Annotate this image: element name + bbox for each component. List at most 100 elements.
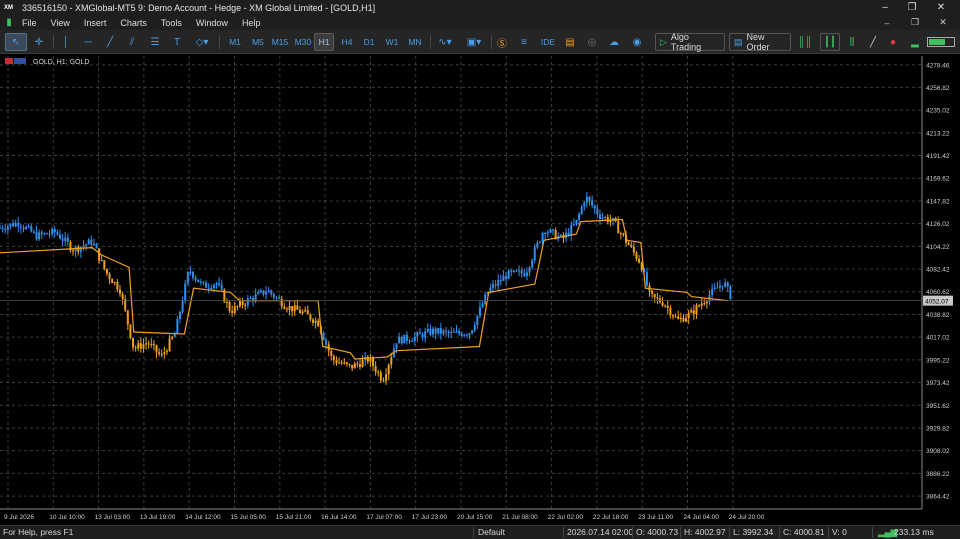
menu-tools[interactable]: Tools bbox=[161, 18, 182, 28]
minimize-button[interactable]: – bbox=[870, 0, 900, 15]
y-tick-label: 4256.82 bbox=[926, 85, 950, 92]
chart-type-icon[interactable]: ∿▾ bbox=[433, 33, 457, 51]
y-tick-label: 3864.42 bbox=[926, 494, 950, 501]
menu-insert[interactable]: Insert bbox=[84, 18, 107, 28]
menu-file[interactable]: File bbox=[22, 18, 37, 28]
timeframe-m15-button[interactable]: M15 bbox=[268, 33, 292, 51]
candle-body bbox=[19, 226, 22, 228]
timeframe-h1-button[interactable]: H1 bbox=[314, 33, 334, 51]
algo-trading-button[interactable]: ▷ Algo Trading bbox=[655, 32, 725, 52]
shapes-icon[interactable]: ◇▾ bbox=[190, 33, 214, 51]
candle-body bbox=[312, 319, 315, 323]
y-tick-label: 4213.22 bbox=[926, 130, 950, 137]
y-tick-label: 4060.62 bbox=[926, 289, 950, 296]
new-order-button[interactable]: ▤ New Order bbox=[729, 32, 791, 52]
fibonacci-icon[interactable]: ☰ bbox=[145, 33, 165, 51]
candle-body bbox=[632, 246, 635, 253]
channel-icon[interactable]: ⫽ bbox=[123, 33, 141, 51]
candle-body bbox=[207, 287, 210, 289]
chart-close-button[interactable]: ✕ bbox=[930, 15, 956, 30]
vertical-line-icon[interactable]: │ bbox=[57, 33, 75, 51]
y-tick-label: 4038.82 bbox=[926, 312, 950, 319]
menu-view[interactable]: View bbox=[51, 18, 70, 28]
candle-body bbox=[137, 343, 140, 349]
menu-charts[interactable]: Charts bbox=[120, 18, 147, 28]
candle-body bbox=[507, 270, 510, 279]
vps-icon[interactable]: ◉ bbox=[628, 33, 646, 51]
cursor-tool-icon[interactable]: ↖ bbox=[5, 33, 27, 51]
signals-icon[interactable]: ≡ bbox=[515, 33, 533, 51]
candle-body bbox=[186, 272, 189, 284]
candle-body bbox=[210, 287, 213, 289]
y-tick-label: 4126.02 bbox=[926, 221, 950, 228]
candle-body bbox=[578, 213, 581, 220]
crosshair-icon[interactable]: ✛ bbox=[29, 33, 49, 51]
x-tick-label: 14 Jul 12:00 bbox=[185, 514, 221, 521]
candle-body bbox=[385, 374, 388, 381]
profile-label[interactable]: Default bbox=[478, 527, 505, 537]
candle-body bbox=[473, 325, 476, 331]
chart-bars-icon[interactable]: ⫼ bbox=[843, 33, 861, 51]
ide-button[interactable]: IDE bbox=[537, 33, 559, 51]
candle-body bbox=[687, 312, 690, 319]
lock-icon[interactable]: ▤ bbox=[562, 33, 578, 51]
notification-icon[interactable]: ● bbox=[883, 33, 903, 51]
candle-body bbox=[718, 285, 721, 288]
candle-body bbox=[278, 297, 281, 299]
candle-body bbox=[9, 223, 12, 227]
candle-body bbox=[218, 283, 221, 285]
restore-button[interactable]: ❐ bbox=[897, 0, 927, 15]
candlestick-icon[interactable]: ┃┃ bbox=[820, 33, 840, 51]
candle-body bbox=[265, 292, 268, 295]
timeframe-m5-button[interactable]: M5 bbox=[247, 33, 269, 51]
timeframe-mn-button[interactable]: MN bbox=[404, 33, 426, 51]
candle-body bbox=[4, 229, 7, 231]
chart-area[interactable]: 4278.46 4256.82 4235.02 4213.22 4191.42 4169.… bbox=[0, 54, 960, 525]
horizontal-line-icon[interactable]: ─ bbox=[79, 33, 97, 51]
candle-body bbox=[518, 270, 521, 272]
candle-body bbox=[351, 364, 354, 369]
candle-body bbox=[703, 303, 706, 305]
candle-body bbox=[439, 328, 442, 334]
candle-body bbox=[270, 290, 273, 294]
title-bar: XM 336516150 - XMGlobal-MT5 9: Demo Acco… bbox=[0, 0, 960, 15]
candle-body bbox=[32, 231, 35, 233]
text-tool-icon[interactable]: T bbox=[168, 33, 186, 51]
cloud-icon[interactable]: ☁ bbox=[605, 33, 623, 51]
price-chart[interactable]: 4278.46 4256.82 4235.02 4213.22 4191.42 4169.… bbox=[0, 54, 960, 525]
timeframe-w1-button[interactable]: W1 bbox=[382, 33, 402, 51]
candle-body bbox=[674, 316, 677, 318]
trendline-icon[interactable]: ╱ bbox=[101, 33, 119, 51]
candle-body bbox=[695, 305, 698, 315]
x-tick-label: 15 Jul 21:00 bbox=[276, 514, 312, 521]
candle-body bbox=[12, 223, 15, 227]
menu-help[interactable]: Help bbox=[242, 18, 261, 28]
y-tick-label: 3929.82 bbox=[926, 425, 950, 432]
menu-window[interactable]: Window bbox=[196, 18, 228, 28]
candle-body bbox=[348, 363, 351, 365]
depth-of-market-icon[interactable]: ║║ bbox=[795, 33, 815, 51]
broadcast-icon[interactable]: ◎ bbox=[583, 33, 601, 51]
close-button[interactable]: ✕ bbox=[926, 0, 956, 15]
line-chart-icon[interactable]: ╱ bbox=[864, 33, 882, 51]
candle-body bbox=[244, 304, 247, 306]
templates-icon[interactable]: ▣▾ bbox=[460, 33, 488, 51]
candle-body bbox=[580, 206, 583, 214]
timeframe-m1-button[interactable]: M1 bbox=[224, 33, 246, 51]
market-icon[interactable]: Ⓢ bbox=[494, 33, 510, 51]
candle-body bbox=[225, 302, 228, 304]
timeframe-d1-button[interactable]: D1 bbox=[359, 33, 379, 51]
timeframe-h4-button[interactable]: H4 bbox=[337, 33, 357, 51]
candle-body bbox=[432, 328, 435, 335]
candle-body bbox=[66, 237, 69, 242]
timeframe-m30-button[interactable]: M30 bbox=[291, 33, 315, 51]
candle-body bbox=[189, 271, 192, 273]
candle-body bbox=[398, 336, 401, 344]
y-tick-label: 4147.82 bbox=[926, 198, 950, 205]
chart-restore-button[interactable]: ❐ bbox=[902, 15, 928, 30]
y-tick-label: 4082.42 bbox=[926, 267, 950, 274]
candle-body bbox=[48, 234, 51, 236]
candle-body bbox=[458, 331, 461, 334]
chart-minimize-button[interactable]: – bbox=[874, 15, 900, 30]
signal-strength-icon[interactable]: ▂ bbox=[907, 33, 923, 51]
